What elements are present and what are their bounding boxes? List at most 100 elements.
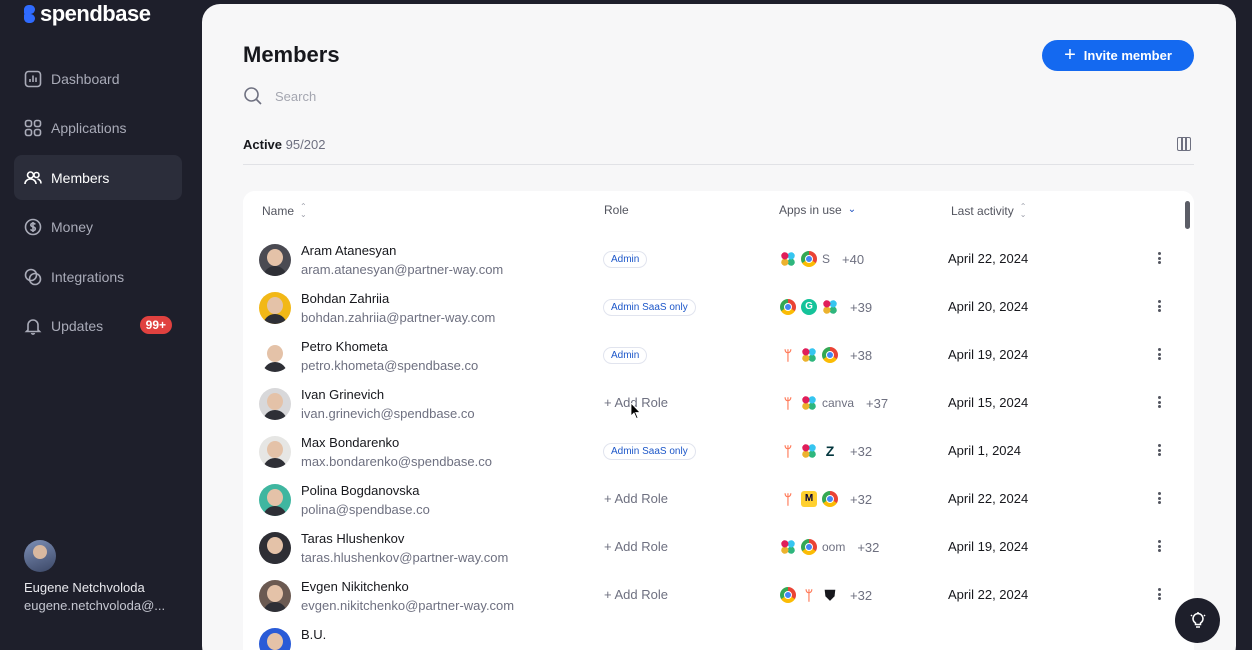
avatar bbox=[259, 484, 291, 516]
avatar bbox=[259, 532, 291, 564]
active-label: Active bbox=[243, 137, 283, 152]
apps-count: +32 bbox=[857, 539, 880, 555]
miro-app-icon: M bbox=[801, 491, 817, 507]
add-role-button[interactable]: + Add Role bbox=[604, 491, 668, 506]
sidebar-item-money[interactable]: Money bbox=[14, 205, 182, 250]
add-role-button[interactable]: + Add Role bbox=[604, 587, 668, 602]
member-name: Polina Bogdanovska bbox=[301, 483, 420, 498]
active-filter-tab[interactable]: Active 95/202 bbox=[243, 137, 325, 152]
sidebar-item-applications[interactable]: Applications bbox=[14, 106, 182, 151]
sidebar-item-updates[interactable]: Updates 99+ bbox=[14, 304, 182, 349]
table-row[interactable]: Taras Hlushenkov taras.hlushenkov@partne… bbox=[243, 524, 1194, 572]
apps-count: +37 bbox=[866, 395, 889, 411]
apps-in-use[interactable]: ᛘ +38 bbox=[780, 347, 872, 363]
apps-in-use[interactable]: G +39 bbox=[780, 299, 872, 315]
table-scrollbar[interactable] bbox=[1185, 201, 1190, 229]
search-bar bbox=[243, 86, 575, 106]
table-row[interactable]: Ivan Grinevich ivan.grinevich@spendbase.… bbox=[243, 380, 1194, 428]
add-role-label: Add Role bbox=[614, 395, 668, 410]
table-row[interactable]: Aram Atanesyan aram.atanesyan@partner-wa… bbox=[243, 236, 1194, 284]
chrome-app-icon bbox=[801, 539, 817, 555]
sidebar-item-integrations[interactable]: Integrations bbox=[14, 254, 182, 299]
apps-in-use[interactable]: ᛘ M +32 bbox=[780, 491, 872, 507]
member-email: petro.khometa@spendbase.co bbox=[301, 358, 479, 373]
role-badge[interactable]: Admin bbox=[603, 251, 648, 268]
plus-icon: + bbox=[1064, 43, 1076, 66]
help-lightbulb-button[interactable] bbox=[1175, 598, 1220, 643]
last-activity-date: April 22, 2024 bbox=[948, 587, 1029, 602]
sort-icon: ⌃ ⌄ bbox=[1019, 202, 1027, 219]
slack-app-icon bbox=[780, 251, 796, 267]
chrome-app-icon bbox=[780, 587, 796, 603]
more-options-icon[interactable] bbox=[1156, 442, 1162, 458]
member-email: polina@spendbase.co bbox=[301, 502, 430, 517]
updates-count-badge: 99+ bbox=[139, 315, 172, 334]
table-row[interactable]: Evgen Nikitchenko evgen.nikitchenko@part… bbox=[243, 572, 1194, 620]
more-options-icon[interactable] bbox=[1156, 346, 1162, 362]
more-options-icon[interactable] bbox=[1156, 490, 1162, 506]
dollar-icon bbox=[24, 218, 42, 236]
zendesk-app-icon: Z bbox=[825, 443, 835, 459]
table-row[interactable]: Polina Bogdanovska polina@spendbase.co +… bbox=[243, 476, 1194, 524]
member-name: Taras Hlushenkov bbox=[301, 531, 405, 546]
table-row[interactable]: Bohdan Zahriia bohdan.zahriia@partner-wa… bbox=[243, 284, 1194, 332]
apps-in-use[interactable]: S +40 bbox=[780, 251, 864, 267]
avatar bbox=[259, 628, 291, 650]
member-name: Evgen Nikitchenko bbox=[301, 579, 409, 594]
sidebar-item-label: Money bbox=[51, 219, 94, 236]
last-activity-date: April 22, 2024 bbox=[948, 491, 1029, 506]
member-name: Bohdan Zahriia bbox=[301, 291, 390, 306]
sidebar-item-dashboard[interactable]: Dashboard bbox=[14, 56, 182, 101]
column-header-label: Last activity bbox=[951, 204, 1014, 218]
chart-icon bbox=[24, 70, 42, 88]
hubspot-app-icon: ᛘ bbox=[783, 443, 793, 459]
role-badge[interactable]: Admin SaaS only bbox=[603, 299, 696, 316]
link-icon bbox=[24, 268, 42, 286]
sidebar-item-members[interactable]: Members bbox=[14, 155, 182, 201]
more-options-icon[interactable] bbox=[1156, 298, 1162, 314]
brand-name: spendbase bbox=[40, 1, 151, 26]
zoom-app-icon: oom bbox=[822, 540, 846, 554]
member-name: Ivan Grinevich bbox=[301, 387, 385, 402]
column-header-apps[interactable]: Apps in use ⌄ bbox=[779, 203, 856, 217]
spendbase-logo[interactable]: spendbase bbox=[24, 1, 151, 26]
apps-in-use[interactable]: ᛘ ⛊ +32 bbox=[780, 587, 872, 603]
sidebar-nav: Dashboard Applications Members Money Int… bbox=[14, 56, 182, 354]
add-role-button[interactable]: + Add Role bbox=[604, 539, 668, 554]
more-options-icon[interactable] bbox=[1156, 586, 1162, 602]
more-options-icon[interactable] bbox=[1156, 394, 1162, 410]
invite-member-button[interactable]: + Invite member bbox=[1042, 40, 1194, 71]
search-input[interactable] bbox=[275, 88, 575, 104]
grammarly-app-icon: G bbox=[801, 299, 817, 315]
member-name: Aram Atanesyan bbox=[301, 243, 397, 258]
canva-app-icon: canva bbox=[822, 396, 855, 410]
avatar bbox=[24, 540, 56, 572]
role-badge[interactable]: Admin bbox=[603, 347, 648, 364]
table-row[interactable]: B.U. bbox=[243, 620, 1194, 650]
member-email: ivan.grinevich@spendbase.co bbox=[301, 406, 475, 421]
hubspot-app-icon: ᛘ bbox=[783, 347, 793, 363]
column-header-last-activity[interactable]: Last activity ⌃ ⌄ bbox=[951, 203, 1026, 219]
column-header-role: Role bbox=[604, 203, 629, 217]
more-options-icon[interactable] bbox=[1156, 250, 1162, 266]
table-row[interactable]: Max Bondarenko max.bondarenko@spendbase.… bbox=[243, 428, 1194, 476]
apps-in-use[interactable]: ᛘ canva +37 bbox=[780, 395, 888, 411]
user-name: Eugene Netchvoloda bbox=[24, 580, 145, 595]
column-header-name[interactable]: Name ⌃ ⌄ bbox=[262, 203, 307, 219]
role-badge[interactable]: Admin SaaS only bbox=[603, 443, 696, 460]
active-count: 95/202 bbox=[285, 137, 326, 152]
table-row[interactable]: Petro Khometa petro.khometa@spendbase.co… bbox=[243, 332, 1194, 380]
sidebar: spendbase Dashboard Applications Members… bbox=[0, 0, 196, 650]
apps-in-use[interactable]: oom +32 bbox=[780, 539, 879, 555]
slack-app-icon bbox=[801, 395, 817, 411]
sidebar-item-label: Applications bbox=[51, 120, 127, 137]
apps-in-use[interactable]: ᛘ Z +32 bbox=[780, 443, 872, 459]
more-options-icon[interactable] bbox=[1156, 538, 1162, 554]
member-email: aram.atanesyan@partner-way.com bbox=[301, 262, 504, 277]
user-profile[interactable]: Eugene Netchvoloda eugene.netchvoloda@..… bbox=[24, 540, 184, 613]
columns-icon[interactable] bbox=[1177, 137, 1191, 151]
add-role-label: Add Role bbox=[614, 587, 668, 602]
column-header-label: Role bbox=[604, 203, 629, 217]
avatar bbox=[259, 580, 291, 612]
avatar bbox=[259, 436, 291, 468]
